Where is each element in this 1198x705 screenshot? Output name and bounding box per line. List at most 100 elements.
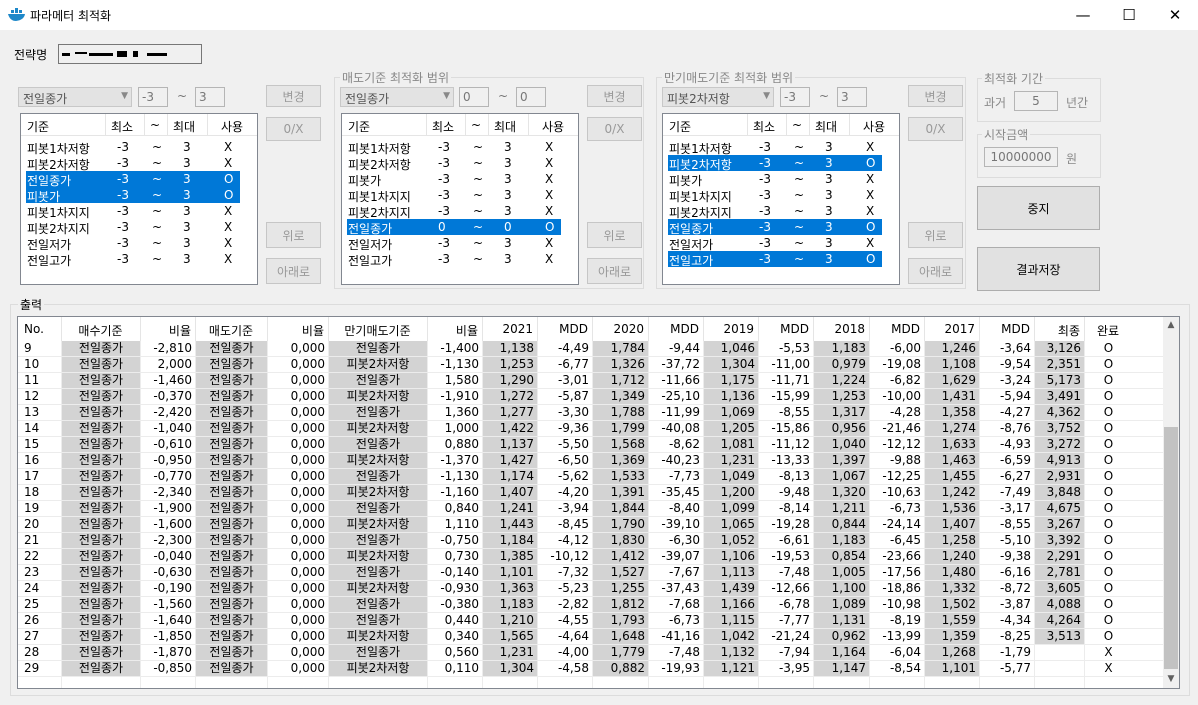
grid-column-header[interactable]: MDD	[758, 322, 809, 336]
sell-range-title: 매도기준 최적화 범위	[340, 69, 451, 86]
list-item[interactable]: 피봇2차지지 -3 ~3 X	[347, 203, 561, 220]
buy-change-button[interactable]: 변경	[266, 85, 321, 107]
grid-column-header[interactable]: MDD	[648, 322, 699, 336]
table-cell: 3,126	[1035, 341, 1084, 356]
grid-column-header[interactable]: MDD	[537, 322, 588, 336]
list-item-min: -3	[438, 204, 450, 218]
grid-column-header[interactable]: No.	[24, 322, 44, 336]
expiry-criteria-list[interactable]: 기준 최소 ~ 최대 사용 피봇1차저항 -3 ~3 X 피봇2차저항 -3 ~3 O 피봇가 -3 ~3 X 피…	[662, 113, 900, 285]
table-cell: 3,267	[1035, 517, 1084, 532]
table-cell: 1,065	[704, 517, 758, 532]
list-item[interactable]: 전일종가 -3 ~3 O	[668, 219, 882, 236]
list-item[interactable]: 전일종가 -3 ~3 O	[26, 171, 240, 188]
buy-down-button[interactable]: 아래로	[266, 258, 321, 284]
grid-column-header[interactable]: MDD	[979, 322, 1030, 336]
table-cell: -40,23	[661, 453, 700, 467]
expiry-criteria-combo[interactable]: 피봇2차저항 ▼	[662, 87, 774, 107]
list-item[interactable]: 피봇2차지지 -3 ~3 X	[26, 219, 240, 236]
list-item[interactable]: 피봇1차지지 -3 ~3 X	[347, 187, 561, 204]
grid-column-header[interactable]: 2018	[813, 322, 865, 336]
app-icon	[8, 8, 25, 21]
sell-criteria-list[interactable]: 기준 최소 ~ 최대 사용 피봇1차저항 -3 ~3 X 피봇2차저항 -3 ~3 X 피봇가 -3 ~3 X 피…	[341, 113, 579, 285]
list-item[interactable]: 피봇1차저항 -3 ~3 X	[347, 139, 561, 156]
expiry-min-input[interactable]: -3	[780, 87, 810, 107]
start-amount-input[interactable]: 10000000	[984, 147, 1058, 167]
column-separator	[482, 317, 483, 341]
buy-max-input[interactable]: 3	[195, 87, 225, 107]
vertical-scrollbar[interactable]: ▲ ▼	[1163, 317, 1179, 688]
expiry-change-button[interactable]: 변경	[908, 85, 963, 107]
grid-column-header[interactable]: 2019	[703, 322, 754, 336]
buy-up-button[interactable]: 위로	[266, 222, 321, 248]
scroll-up-icon[interactable]: ▲	[1163, 317, 1179, 334]
grid-column-header[interactable]: 매수기준	[61, 322, 140, 339]
expiry-up-button[interactable]: 위로	[908, 222, 963, 248]
list-item[interactable]: 피봇2차저항 -3 ~3 X	[26, 155, 240, 172]
scrollbar-thumb[interactable]	[1164, 427, 1178, 669]
list-item[interactable]: 피봇1차저항 -3 ~3 X	[668, 139, 882, 156]
list-item[interactable]: 전일고가 -3 ~3 O	[668, 251, 882, 268]
table-cell: 12	[24, 389, 40, 403]
strategy-name-field[interactable]	[58, 44, 202, 64]
list-item[interactable]: 피봇1차지지 -3 ~3 X	[26, 203, 240, 220]
minimize-button[interactable]: —	[1060, 0, 1106, 30]
grid-column-header[interactable]: 비율	[427, 322, 478, 339]
buy-criteria-combo[interactable]: 전일종가 ▼	[18, 87, 132, 107]
table-cell: 1,253	[483, 357, 537, 372]
buy-min-input[interactable]: -3	[138, 87, 168, 107]
sell-ox-button[interactable]: 0/X	[587, 117, 642, 141]
grid-column-header[interactable]: 비율	[140, 322, 191, 339]
expiry-down-button[interactable]: 아래로	[908, 258, 963, 284]
sell-min-input[interactable]: 0	[459, 87, 489, 107]
window-title: 파라메터 최적화	[30, 9, 112, 23]
sell-change-button[interactable]: 변경	[587, 85, 642, 107]
sell-down-button[interactable]: 아래로	[587, 258, 642, 284]
period-years-input[interactable]: 5	[1014, 91, 1058, 111]
list-item[interactable]: 피봇가 -3 ~3 X	[347, 171, 561, 188]
close-button[interactable]: ✕	[1152, 0, 1198, 30]
buy-ox-button[interactable]: 0/X	[266, 117, 321, 141]
expiry-criteria-value: 피봇2차저항	[667, 92, 730, 106]
list-item[interactable]: 전일저가 -3 ~3 X	[347, 235, 561, 252]
table-cell: -6,16	[999, 565, 1031, 579]
stop-button[interactable]: 중지	[977, 186, 1100, 230]
grid-column-header[interactable]: MDD	[869, 322, 920, 336]
list-item[interactable]: 전일저가 -3 ~3 X	[26, 235, 240, 252]
table-cell: 0,000	[290, 437, 325, 451]
list-item[interactable]: 전일고가 -3 ~3 X	[26, 251, 240, 268]
list-item[interactable]: 피봇가 -3 ~3 O	[26, 187, 240, 204]
list-item[interactable]: 피봇1차지지 -3 ~3 X	[668, 187, 882, 204]
sell-max-input[interactable]: 0	[516, 87, 546, 107]
list-item[interactable]: 피봇가 -3 ~3 X	[668, 171, 882, 188]
table-cell: -18,86	[882, 581, 921, 595]
grid-column-header[interactable]: 2021	[482, 322, 533, 336]
grid-column-header[interactable]: 비율	[267, 322, 324, 339]
grid-column-header[interactable]: 만기매도기준	[328, 322, 427, 339]
list-item[interactable]: 피봇2차저항 -3 ~3 O	[668, 155, 882, 172]
sell-criteria-combo[interactable]: 전일종가 ▼	[340, 87, 454, 107]
expiry-max-input[interactable]: 3	[837, 87, 867, 107]
table-cell: 전일종가	[196, 501, 267, 516]
table-cell: -5,23	[557, 581, 589, 595]
table-cell: 2,931	[1035, 469, 1084, 484]
list-item[interactable]: 피봇2차저항 -3 ~3 X	[347, 155, 561, 172]
grid-column-header[interactable]: 완료	[1084, 322, 1132, 339]
list-item[interactable]: 전일저가 -3 ~3 X	[668, 235, 882, 252]
list-item[interactable]: 전일종가 0 ~0 O	[347, 219, 561, 236]
grid-column-header[interactable]: 2020	[592, 322, 644, 336]
grid-column-header[interactable]: 최종	[1034, 322, 1080, 339]
maximize-button[interactable]: ☐	[1106, 0, 1152, 30]
grid-column-header[interactable]: 매도기준	[195, 322, 267, 339]
results-grid[interactable]: No. 매수기준 비율 매도기준 비율 만기매도기준 비율 2021 MDD 2020 MDD 201…	[17, 316, 1180, 689]
list-item[interactable]: 전일고가 -3 ~3 X	[347, 251, 561, 268]
list-item[interactable]: 피봇1차저항 -3 ~3 X	[26, 139, 240, 156]
save-results-button[interactable]: 결과저장	[977, 247, 1100, 291]
table-cell: -10,12	[550, 549, 589, 563]
expiry-ox-button[interactable]: 0/X	[908, 117, 963, 141]
buy-criteria-list[interactable]: 기준 최소 ~ 최대 사용 피봇1차저항 -3 ~3 X 피봇2차저항 -3 ~3 X 전일종가 -3 ~3 O…	[20, 113, 258, 285]
table-cell: 0,000	[290, 613, 325, 627]
scroll-down-icon[interactable]: ▼	[1163, 671, 1179, 688]
sell-up-button[interactable]: 위로	[587, 222, 642, 248]
list-item[interactable]: 피봇2차지지 -3 ~3 X	[668, 203, 882, 220]
grid-column-header[interactable]: 2017	[924, 322, 975, 336]
